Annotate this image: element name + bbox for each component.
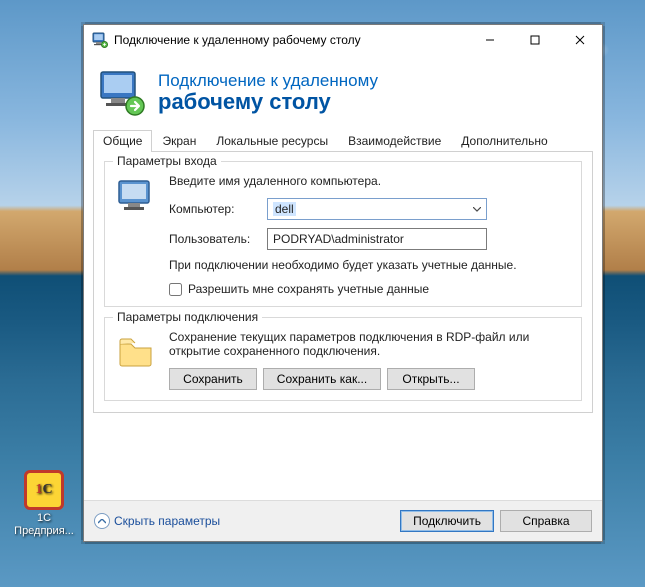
- tab-experience[interactable]: Взаимодействие: [338, 130, 451, 152]
- tab-local-resources[interactable]: Локальные ресурсы: [206, 130, 338, 152]
- help-button[interactable]: Справка: [500, 510, 592, 532]
- banner-line1: Подключение к удаленному: [158, 72, 378, 91]
- login-groupbox: Параметры входа Введите имя удаленного: [104, 161, 582, 307]
- rdp-dialog-window: Подключение к удаленному рабочему столу: [83, 24, 603, 542]
- desktop-background: 1С 1C Предприя... Подключение к удаленно…: [0, 0, 645, 587]
- computer-dropdown[interactable]: dell: [267, 198, 487, 220]
- tab-content-general: Параметры входа Введите имя удаленного: [93, 152, 593, 413]
- folder-icon: [115, 330, 157, 390]
- chevron-up-icon: [94, 513, 110, 529]
- hide-options-link[interactable]: Скрыть параметры: [94, 513, 220, 529]
- connection-intro: Сохранение текущих параметров подключени…: [169, 330, 571, 358]
- tab-display[interactable]: Экран: [152, 130, 206, 152]
- save-button[interactable]: Сохранить: [169, 368, 257, 390]
- allow-save-credentials-checkbox[interactable]: [169, 283, 182, 296]
- chevron-down-icon: [468, 199, 486, 219]
- dialog-footer: Скрыть параметры Подключить Справка: [84, 500, 602, 541]
- one-c-icon: 1С: [24, 470, 64, 510]
- banner: Подключение к удаленному рабочему столу: [84, 55, 602, 129]
- login-group-legend: Параметры входа: [113, 154, 221, 168]
- minimize-button[interactable]: [467, 25, 512, 54]
- login-intro: Введите имя удаленного компьютера.: [169, 174, 571, 188]
- tabstrip: Общие Экран Локальные ресурсы Взаимодейс…: [93, 129, 593, 152]
- connect-button[interactable]: Подключить: [400, 510, 494, 532]
- tab-general[interactable]: Общие: [93, 130, 152, 152]
- hide-options-label: Скрыть параметры: [114, 514, 220, 528]
- maximize-button[interactable]: [512, 25, 557, 54]
- credentials-hint: При подключении необходимо будет указать…: [169, 258, 571, 272]
- open-button[interactable]: Открыть...: [387, 368, 475, 390]
- banner-line2: рабочему столу: [158, 90, 378, 114]
- user-label: Пользователь:: [169, 232, 267, 246]
- computer-icon: [115, 174, 157, 296]
- tab-advanced[interactable]: Дополнительно: [451, 130, 557, 152]
- allow-save-credentials-label: Разрешить мне сохранять учетные данные: [188, 282, 429, 296]
- titlebar[interactable]: Подключение к удаленному рабочему столу: [84, 25, 602, 55]
- user-field[interactable]: [267, 228, 487, 250]
- allow-save-credentials-row[interactable]: Разрешить мне сохранять учетные данные: [169, 282, 571, 296]
- connection-group-legend: Параметры подключения: [113, 310, 262, 324]
- close-button[interactable]: [557, 25, 602, 54]
- computer-dropdown-value: dell: [273, 202, 296, 216]
- rdp-banner-icon: [98, 69, 146, 117]
- window-title: Подключение к удаленному рабочему столу: [114, 33, 467, 47]
- desktop-shortcut-label: 1C Предприя...: [14, 512, 74, 537]
- desktop-shortcut-1c[interactable]: 1С 1C Предприя...: [14, 470, 74, 537]
- computer-label: Компьютер:: [169, 202, 267, 216]
- save-as-button[interactable]: Сохранить как...: [263, 368, 381, 390]
- connection-groupbox: Параметры подключения Сохранение текущих…: [104, 317, 582, 401]
- app-icon: [92, 32, 108, 48]
